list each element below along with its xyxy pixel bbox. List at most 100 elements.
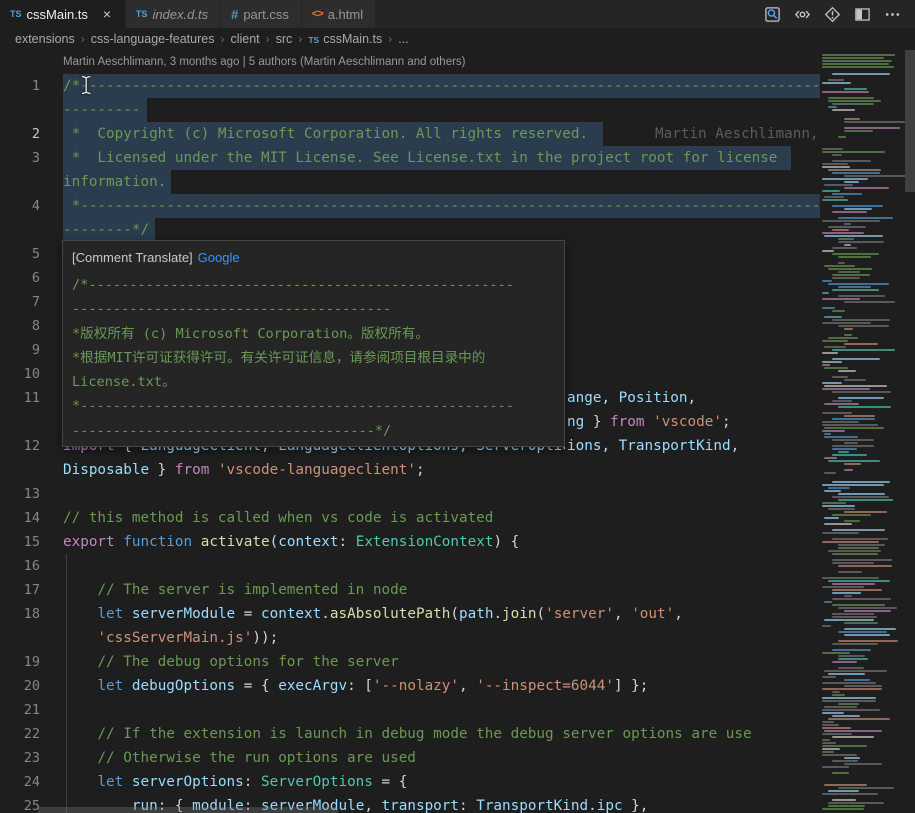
code-line[interactable]: // this method is called when vs code is… xyxy=(63,506,493,530)
code-line[interactable]: information. xyxy=(63,170,166,194)
line-number: 21 xyxy=(0,698,40,722)
code-line-fragment[interactable]: ange, Position, xyxy=(567,386,696,410)
breadcrumb-label: ... xyxy=(398,32,408,46)
code-line-fragment[interactable]: ions, TransportKind, xyxy=(567,434,739,458)
code-line[interactable]: // The server is implemented in node xyxy=(63,578,407,602)
line-number: 16 xyxy=(0,554,40,578)
code-line[interactable]: let serverModule = context.asAbsolutePat… xyxy=(63,602,683,626)
vertical-scrollbar-thumb[interactable] xyxy=(905,50,915,192)
code-line[interactable]: // Otherwise the run options are used xyxy=(63,746,416,770)
line-number: 17 xyxy=(0,578,40,602)
code-line[interactable]: * Copyright (c) Microsoft Corporation. A… xyxy=(63,122,588,146)
tabs: TS cssMain.ts × TS index.d.ts # part.css <> a.ht… xyxy=(0,0,376,28)
chevron-right-icon: › xyxy=(266,32,270,46)
line-number: 15 xyxy=(0,530,40,554)
breadcrumb-label: src xyxy=(276,32,293,46)
breadcrumb-label: css-language-features xyxy=(91,32,215,46)
breadcrumb: extensions › css-language-features › client ›… xyxy=(0,28,915,50)
more-actions-icon[interactable] xyxy=(877,0,907,28)
code-line[interactable]: Disposable } from 'vscode-languageclient… xyxy=(63,458,425,482)
line-number: 1 xyxy=(0,74,40,98)
line-number: 12 xyxy=(0,434,40,458)
line-number: 18 xyxy=(0,602,40,626)
code-line[interactable]: 'cssServerMain.js')); xyxy=(63,626,278,650)
code-line[interactable]: * Licensed under the MIT License. See Li… xyxy=(63,146,777,170)
code-line[interactable]: // If the extension is launch in debug m… xyxy=(63,722,752,746)
line-number: 10 xyxy=(0,362,40,386)
popup-comment-line: *根据MIT许可证获得许可。有关许可证信息，请参阅项目根目录中的 xyxy=(72,346,555,370)
breadcrumb-item-css-language-features[interactable]: css-language-features xyxy=(91,32,215,46)
line-number: 25 xyxy=(0,794,40,813)
line-number: 3 xyxy=(0,146,40,170)
code-line[interactable]: *---------------------------------------… xyxy=(63,194,820,218)
line-number: 5 xyxy=(0,242,40,266)
code-line[interactable]: export function activate(context: Extens… xyxy=(63,530,519,554)
line-number: 7 xyxy=(0,290,40,314)
chevron-right-icon: › xyxy=(388,32,392,46)
editor-actions xyxy=(757,0,915,28)
line-number: 13 xyxy=(0,482,40,506)
open-changes-icon[interactable] xyxy=(817,0,847,28)
popup-translation-body: /*--------------------------------------… xyxy=(72,273,555,443)
minimap[interactable] xyxy=(820,50,905,813)
code-line[interactable]: --------- xyxy=(63,98,140,122)
line-number: 20 xyxy=(0,674,40,698)
tab-a.html[interactable]: <> a.html xyxy=(302,0,376,28)
popup-comment-line: -------------------------------------*/ xyxy=(72,419,555,443)
breadcrumb-item-client[interactable]: client xyxy=(230,32,259,46)
popup-comment-line: --------------------------------------- xyxy=(72,297,555,321)
chevron-right-icon: › xyxy=(220,32,224,46)
tab-label: index.d.ts xyxy=(152,7,208,22)
breadcrumb-label: cssMain.ts xyxy=(323,32,382,46)
tab-part.css[interactable]: # part.css xyxy=(221,0,302,28)
breadcrumb-label: client xyxy=(230,32,259,46)
breadcrumb-item-extensions[interactable]: extensions xyxy=(15,32,75,46)
chevron-right-icon: › xyxy=(298,32,302,46)
inline-blame-annotation: Martin Aeschlimann, xyxy=(655,122,819,146)
code-line-fragment[interactable]: ng } from 'vscode'; xyxy=(567,410,731,434)
open-preview-icon[interactable] xyxy=(787,0,817,28)
code-line[interactable]: // The debug options for the server xyxy=(63,650,399,674)
tab-label: part.css xyxy=(243,7,289,22)
line-number: 9 xyxy=(0,338,40,362)
line-number: 22 xyxy=(0,722,40,746)
breadcrumb-item-cssMain-ts[interactable]: TScssMain.ts xyxy=(308,32,382,46)
popup-google-link[interactable]: Google xyxy=(198,250,240,265)
tab-label: a.html xyxy=(328,7,363,22)
line-number: 14 xyxy=(0,506,40,530)
breadcrumb-item-src[interactable]: src xyxy=(276,32,293,46)
vscode-window: TScssMain.ts×TSindex.d.ts#part.css<>a.ht… xyxy=(0,0,915,813)
html-file-icon: <> xyxy=(312,8,323,20)
code-line[interactable]: let serverOptions: ServerOptions = { xyxy=(63,770,407,794)
popup-title: [Comment Translate] xyxy=(72,250,193,265)
line-number: 11 xyxy=(0,386,40,410)
horizontal-scrollbar-thumb[interactable] xyxy=(38,807,338,813)
popup-title-row: [Comment Translate] Google xyxy=(72,246,555,273)
codelens-blame[interactable]: Martin Aeschlimann, 3 months ago | 5 aut… xyxy=(63,51,466,73)
ts-file-icon: TS xyxy=(136,9,148,19)
ts-file-icon: TS xyxy=(10,9,22,19)
tab-label: cssMain.ts xyxy=(27,7,88,22)
tab-cssMain.ts[interactable]: TS cssMain.ts × xyxy=(0,0,126,28)
split-editor-icon[interactable] xyxy=(847,0,877,28)
line-number: 8 xyxy=(0,314,40,338)
preview-search-icon[interactable] xyxy=(757,0,787,28)
breadcrumb-item--[interactable]: ... xyxy=(398,32,408,46)
css-file-icon: # xyxy=(231,7,238,22)
tab-index.d.ts[interactable]: TS index.d.ts xyxy=(126,0,221,28)
comment-translate-hover-popup: [Comment Translate] Google /*------------… xyxy=(62,240,565,447)
chevron-right-icon: › xyxy=(81,32,85,46)
close-icon[interactable]: × xyxy=(99,7,115,21)
line-number: 23 xyxy=(0,746,40,770)
line-number: 6 xyxy=(0,266,40,290)
line-number: 2 xyxy=(0,122,40,146)
code-line[interactable]: /*--------------------------------------… xyxy=(63,74,820,98)
code-line[interactable]: let debugOptions = { execArgv: ['--nolaz… xyxy=(63,674,648,698)
popup-comment-line: License.txt。 xyxy=(72,370,555,394)
editor[interactable]: Martin Aeschlimann, 3 months ago | 5 aut… xyxy=(0,50,915,813)
editor-tab-bar: TS cssMain.ts × TS index.d.ts # part.css <> a.ht… xyxy=(0,0,915,28)
line-number: 19 xyxy=(0,650,40,674)
mouse-cursor-ibeam xyxy=(80,75,93,95)
line-number: 24 xyxy=(0,770,40,794)
code-line[interactable]: --------*/ xyxy=(63,218,149,242)
